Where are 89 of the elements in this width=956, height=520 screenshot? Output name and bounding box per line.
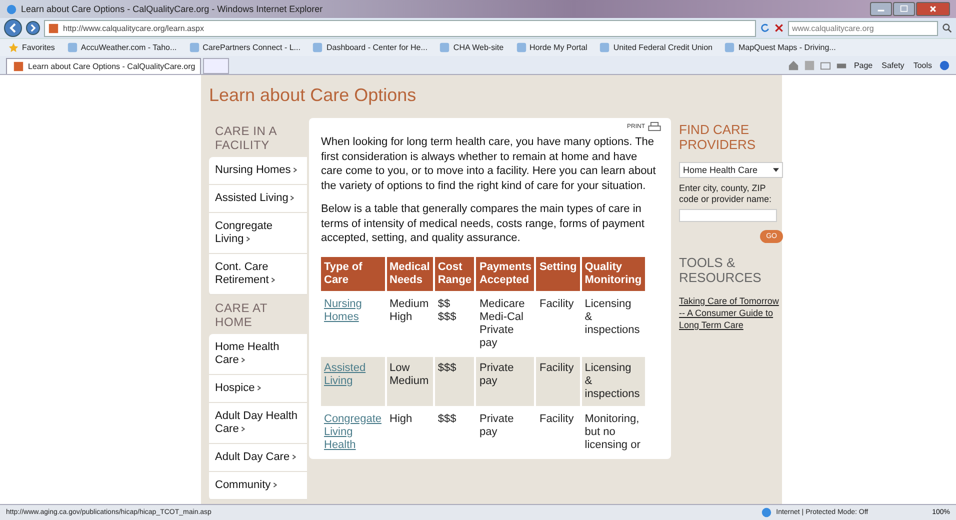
browser-tab[interactable]: Learn about Care Options - CalQualityCare.org <box>6 58 201 74</box>
forward-button[interactable] <box>26 21 40 35</box>
back-button[interactable] <box>4 19 22 37</box>
field-label: Enter city, county, ZIP code or provider name: <box>679 183 773 205</box>
chevron-icon <box>256 385 261 391</box>
column-header: Payments Accepted <box>476 256 534 290</box>
close-button[interactable] <box>916 2 950 16</box>
table-cell-text: High <box>388 412 414 426</box>
favorite-link[interactable]: Horde My Portal <box>514 42 590 53</box>
section-heading: TOOLS & RESOURCES <box>679 255 762 285</box>
chevron-icon <box>240 426 245 432</box>
chevron-icon <box>246 236 250 242</box>
table-cell-text: Monitoring, but no licensing or <box>584 412 642 452</box>
column-header: Medical Needs <box>386 256 433 290</box>
page-icon <box>599 42 610 53</box>
page-icon <box>312 42 324 53</box>
close-icon <box>929 5 937 13</box>
refresh-icon[interactable] <box>760 23 770 33</box>
page-icon <box>188 42 200 53</box>
nav-link[interactable]: Adult Day Care <box>209 444 307 472</box>
column-header: Quality Monitoring <box>582 256 645 290</box>
page-icon <box>724 42 736 53</box>
command-menu[interactable]: Tools <box>911 61 934 70</box>
body-paragraph: When looking for long term health care, you have many options. The first consideration is always whether to remain at home and have care come to you, or to move into a facility. Here you can learn about the variety of options to find the right kind of care for your situation. <box>321 135 657 193</box>
command-menu[interactable]: Page <box>852 61 875 70</box>
favorite-link[interactable]: Dashboard - Center for He... <box>310 42 430 53</box>
table-cell: Low Medium <box>386 356 433 406</box>
chevron-icon <box>270 277 275 283</box>
search-field[interactable]: www.calqualitycare.org <box>788 20 938 36</box>
column-header: Cost Range <box>434 256 474 290</box>
column-header: Setting <box>536 256 580 290</box>
location-field[interactable] <box>679 209 777 222</box>
minimize-button[interactable] <box>870 2 892 16</box>
care-type-link[interactable]: Congregate Living Health <box>324 412 382 452</box>
chevron-icon <box>240 357 245 363</box>
table-cell-text: Facility <box>538 412 575 426</box>
provider-type-dropdown[interactable]: Home Health Care <box>679 162 783 178</box>
nav-link[interactable]: Nursing Homes <box>209 157 307 185</box>
page-icon <box>439 42 450 53</box>
body-paragraph: Below is a table that generally compares the main types of care in terms of intensity of medical needs, costs range, forms of payment accepted, setting, and quality assurance. <box>321 202 646 246</box>
page-icon <box>66 42 78 53</box>
page-heading: Learn about Care Options <box>209 85 418 106</box>
table-cell: $$$ <box>434 356 474 406</box>
nav-link[interactable]: Congregate Living <box>209 213 307 254</box>
address-field[interactable]: http://www.calqualitycare.org/learn.aspx <box>44 20 756 36</box>
site-icon <box>48 22 59 34</box>
nav-link[interactable]: Cont. Care Retirement <box>209 254 307 295</box>
nav-link[interactable]: Home Health Care <box>209 334 307 375</box>
column-header: Type of Care <box>321 256 384 290</box>
star-icon <box>8 42 19 53</box>
table-cell-text: Medium High <box>388 296 430 324</box>
page-icon <box>516 42 527 53</box>
resource-link[interactable]: Taking Care of Tomorrow -- A Consumer Guide to Long Term Care <box>679 295 783 331</box>
table-cell-text: $$$ <box>436 412 458 426</box>
chevron-icon <box>292 167 297 173</box>
table-cell-text: Private pay <box>478 412 515 440</box>
favorite-link[interactable]: MapQuest Maps - Driving... <box>722 42 838 53</box>
favorite-link[interactable]: CHA Web-site <box>437 42 506 53</box>
table-cell-text: Licensing & inspections <box>584 296 641 338</box>
site-icon <box>13 61 24 72</box>
chevron-icon <box>272 482 277 488</box>
section-heading: FIND CARE PROVIDERS <box>679 122 757 152</box>
table-cell: Private pay <box>476 356 534 406</box>
home-icon[interactable] <box>788 60 799 71</box>
favorite-link[interactable]: CarePartners Connect - L... <box>186 42 302 53</box>
nav-link[interactable]: Adult Day Health Care <box>209 403 307 444</box>
favorite-link[interactable]: United Federal Credit Union <box>597 42 714 53</box>
maximize-icon <box>900 5 908 13</box>
table-cell: Facility <box>536 356 580 406</box>
table-cell-text: $$ $$$ <box>436 296 458 324</box>
search-icon[interactable] <box>942 23 952 33</box>
table-cell-text: Medicare Medi-Cal Private pay <box>478 296 526 350</box>
command-menu[interactable]: Safety <box>880 61 906 70</box>
chevron-icon <box>290 195 294 201</box>
window-title: Learn about Care Options - CalQualityCare.org - Windows Internet Explorer <box>21 4 324 14</box>
maximize-button[interactable] <box>893 2 915 16</box>
nav-link[interactable]: Assisted Living <box>209 185 307 213</box>
chevron-icon <box>292 454 296 460</box>
nav-heading: CARE AT HOME <box>214 300 268 331</box>
nav-link[interactable]: Hospice <box>209 375 307 403</box>
dropdown-arrow-icon <box>773 168 779 172</box>
stop-icon[interactable] <box>774 23 784 33</box>
table-cell-text: Facility <box>538 296 575 312</box>
nav-link[interactable]: Community <box>209 472 307 500</box>
table-cell: Licensing & inspections <box>582 356 645 406</box>
nav-heading: CARE IN A FACILITY <box>214 123 278 154</box>
care-type-link[interactable]: Nursing Homes <box>324 298 382 324</box>
favorite-link[interactable]: AccuWeather.com - Taho... <box>64 42 179 53</box>
favorites-button[interactable]: Favorites <box>6 42 57 53</box>
